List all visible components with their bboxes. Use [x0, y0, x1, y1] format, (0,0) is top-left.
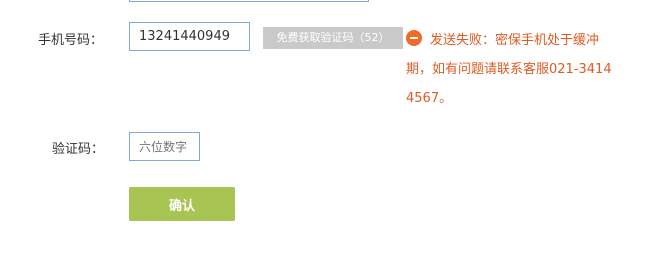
confirm-button[interactable]: 确认	[129, 187, 235, 221]
phone-input[interactable]	[129, 22, 250, 51]
error-message: 发送失败：密保手机处于缓冲期，如有问题请联系客服021-34144567。	[406, 33, 612, 106]
phone-label: 手机号码：	[38, 33, 104, 48]
get-sms-code-button[interactable]: 免费获取验证码（52）	[263, 27, 403, 49]
code-input[interactable]	[129, 132, 200, 161]
verification-form: 手机号码： 免费获取验证码（52） 发送失败：密保手机处于缓冲期，如有问题请联系…	[0, 0, 647, 255]
previous-field-edge	[129, 0, 369, 2]
code-label: 验证码：	[52, 142, 105, 157]
